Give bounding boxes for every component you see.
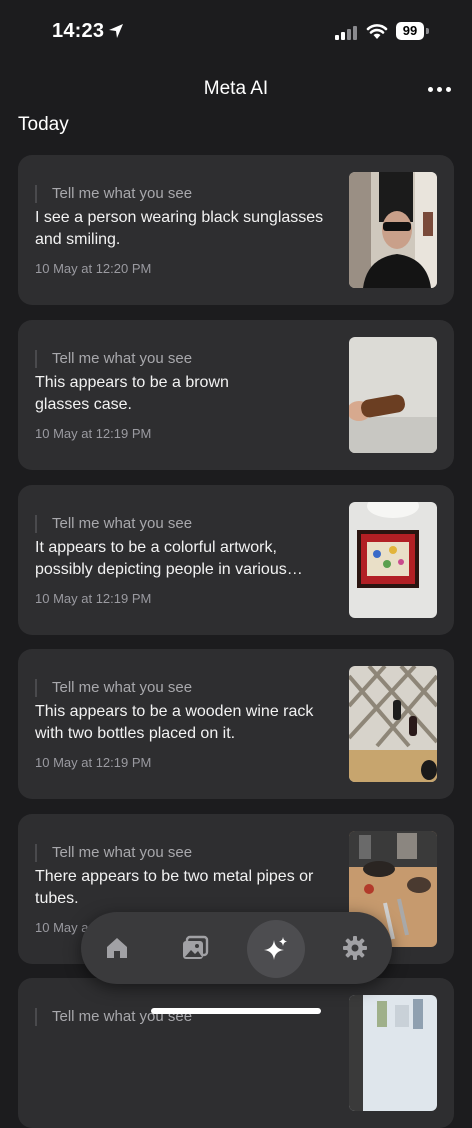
cellular-signal-icon — [335, 24, 361, 40]
card-thumbnail[interactable] — [349, 502, 437, 618]
battery-icon: 99 — [396, 22, 429, 40]
location-arrow-icon — [109, 24, 123, 38]
conversation-card[interactable]: Tell me what you see This appears to be … — [18, 649, 454, 799]
card-prompt: Tell me what you see — [35, 185, 192, 203]
card-prompt: Tell me what you see — [35, 350, 192, 368]
status-bar: 14:23 99 — [0, 0, 472, 60]
status-time: 14:23 — [52, 20, 105, 42]
card-thumbnail[interactable] — [349, 995, 437, 1111]
card-prompt: Tell me what you see — [35, 679, 192, 697]
conversation-card[interactable]: Tell me what you see It appears to be a … — [18, 485, 454, 635]
card-prompt: Tell me what you see — [35, 515, 192, 533]
card-response: This appears to be a wooden wine rack wi… — [35, 703, 314, 742]
card-timestamp: 10 May at 12:19 PM — [35, 426, 152, 441]
page-title: Meta AI — [203, 78, 269, 99]
tab-bar — [81, 912, 392, 984]
battery-level: 99 — [396, 22, 424, 40]
more-dot-icon — [446, 86, 451, 92]
settings-gear-icon — [343, 936, 367, 960]
tab-gallery[interactable] — [173, 926, 217, 970]
card-response: There appears to be two metal pipes or t… — [35, 868, 314, 907]
card-response: It appears to be a colorful artwork, pos… — [35, 539, 303, 578]
card-thumbnail[interactable] — [349, 337, 437, 453]
card-response: I see a person wearing black sunglasses … — [35, 209, 324, 248]
card-thumbnail[interactable] — [349, 172, 437, 288]
tab-home[interactable] — [95, 926, 139, 970]
tab-settings[interactable] — [333, 926, 377, 970]
home-icon — [107, 938, 127, 958]
card-timestamp: 10 May at 12:19 PM — [35, 591, 152, 606]
more-dot-icon — [428, 86, 433, 92]
card-response: This appears to be a brown glasses case. — [35, 374, 229, 413]
card-thumbnail[interactable] — [349, 666, 437, 782]
conversation-card[interactable]: Tell me what you see I see a person wear… — [18, 155, 454, 305]
meta-ai-sparkle-icon — [264, 937, 287, 960]
card-timestamp: 10 May at 12:20 PM — [35, 261, 152, 276]
section-title-today: Today — [18, 114, 69, 135]
more-options-button[interactable] — [428, 82, 458, 96]
wifi-icon — [366, 24, 388, 39]
card-timestamp: 10 May at 12:19 PM — [35, 755, 152, 770]
home-indicator[interactable] — [151, 1008, 321, 1014]
conversation-card[interactable]: Tell me what you see — [18, 978, 454, 1128]
tab-meta-ai[interactable] — [247, 920, 305, 978]
conversation-card[interactable]: Tell me what you see This appears to be … — [18, 320, 454, 470]
gallery-icon — [183, 935, 209, 959]
card-prompt: Tell me what you see — [35, 844, 192, 862]
more-dot-icon — [437, 86, 442, 92]
card-timestamp: 10 May a — [35, 920, 89, 935]
